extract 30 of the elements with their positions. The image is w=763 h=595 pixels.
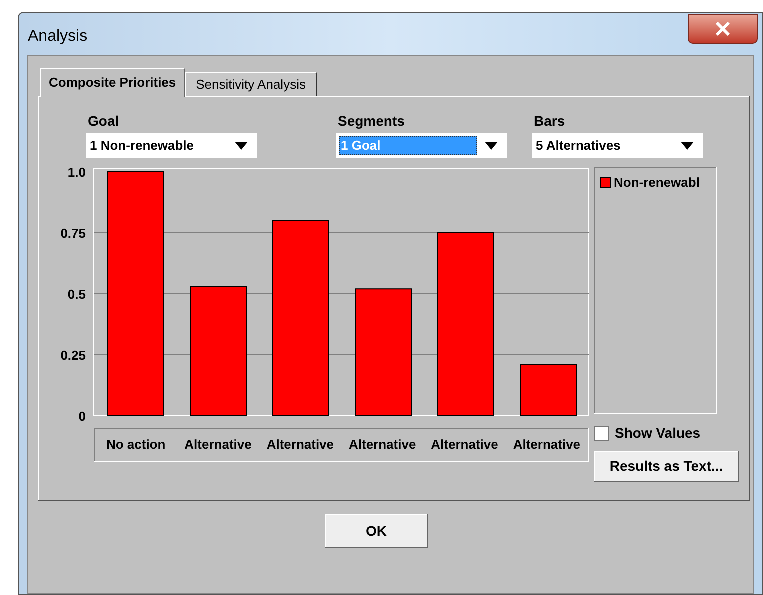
axis-tick-label: 1.0 [68, 167, 86, 180]
tab[interactable]: Sensitivity Analysis [185, 72, 317, 96]
dropdown[interactable]: 5 Alternatives [532, 133, 703, 158]
category-label: Alternative [430, 436, 500, 454]
category-label: Alternative [266, 436, 336, 454]
category-label: Alternative [184, 436, 253, 454]
caret-icon [681, 142, 694, 150]
selector-label: Bars [534, 112, 566, 131]
close-icon [715, 22, 731, 36]
bar [520, 364, 577, 416]
selector-label: Goal [88, 112, 120, 131]
checkbox-label: Show Values [615, 424, 701, 443]
category-label: Alternative [348, 436, 418, 454]
category-label: Alternative [512, 436, 582, 454]
axis-tick-label: 0 [78, 409, 86, 423]
axis-tick-label: 0.25 [60, 348, 86, 363]
selector-label: Segments [338, 112, 406, 131]
ok-button[interactable]: OK [325, 514, 428, 548]
category-label: No action [105, 436, 167, 454]
legend-label: Non-renewabl [614, 174, 700, 192]
close-button[interactable] [688, 14, 758, 44]
caret-icon [485, 142, 498, 150]
window-title: Analysis [28, 27, 88, 47]
axis-tick-label: 0.5 [68, 287, 86, 302]
tab[interactable]: Composite Priorities [40, 68, 186, 97]
dropdown[interactable]: 1 Non-renewable [86, 133, 257, 158]
results-as-text-button[interactable]: Results as Text... [594, 451, 739, 482]
caret-icon [235, 142, 248, 150]
checkbox[interactable] [594, 426, 609, 441]
axis-tick-label: 0.75 [60, 226, 86, 241]
